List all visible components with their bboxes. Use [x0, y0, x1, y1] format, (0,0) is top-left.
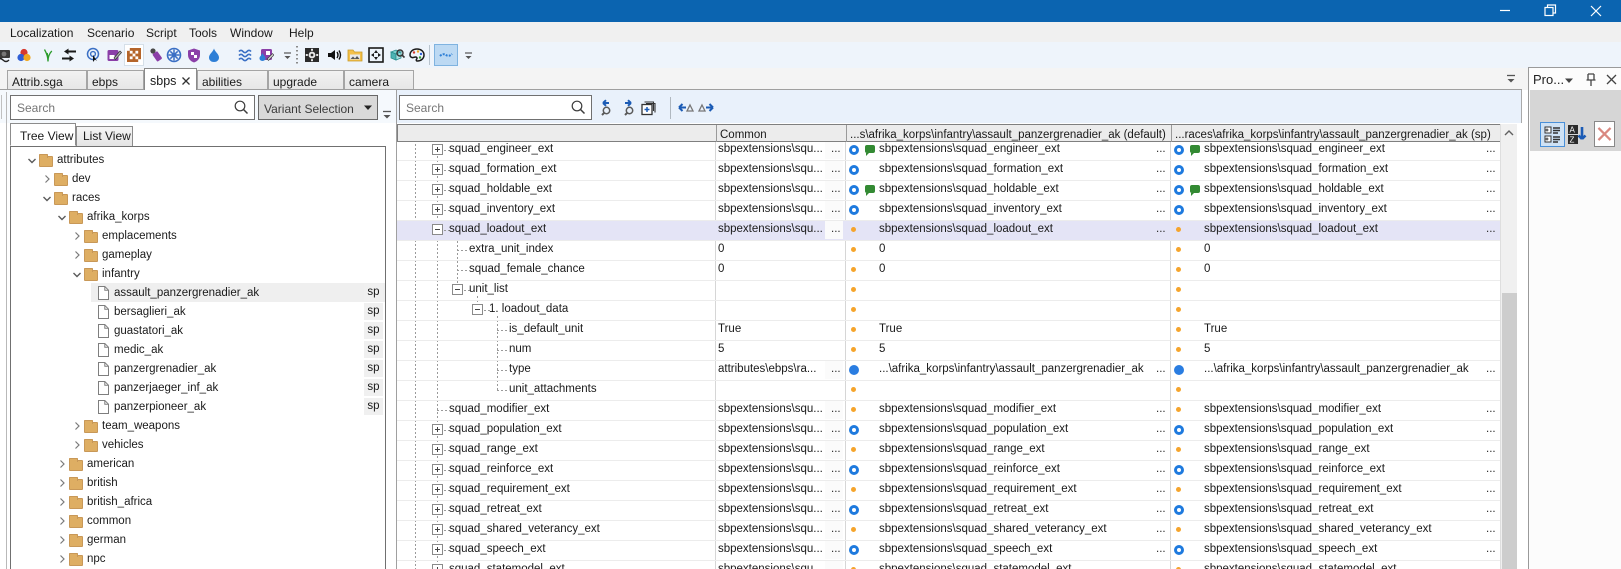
svg-text:Z: Z [1570, 136, 1575, 145]
svg-text:A: A [1570, 126, 1576, 135]
